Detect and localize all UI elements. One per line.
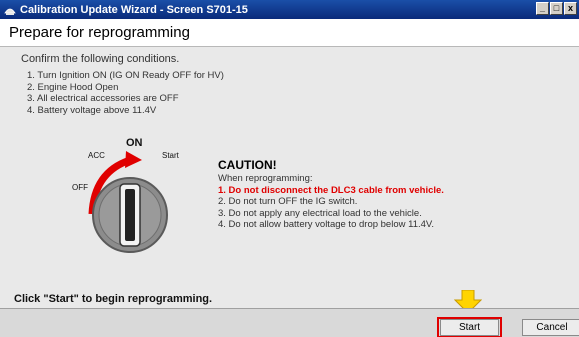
caution-item-critical: 1. Do not disconnect the DLC3 cable from… — [218, 184, 444, 196]
close-button[interactable]: x — [564, 2, 577, 15]
caution-title: CAUTION! — [218, 158, 277, 172]
cancel-button[interactable]: Cancel — [522, 319, 579, 336]
conditions-list: 1. Turn Ignition ON (IG ON Ready OFF for… — [27, 70, 224, 116]
ignition-arrow-head — [125, 151, 142, 168]
app-icon — [4, 8, 16, 15]
title-bar: Calibration Update Wizard - Screen S701-… — [0, 0, 579, 19]
condition-item: 4. Battery voltage above 11.4V — [27, 104, 157, 116]
ignition-label-acc: ACC — [88, 151, 105, 160]
header-band: Prepare for reprogramming — [0, 19, 579, 47]
conditions-intro: Confirm the following conditions. — [21, 53, 180, 65]
content-area: Confirm the following conditions. 1. Tur… — [0, 47, 579, 308]
ignition-switch-diagram: ON ACC OFF Start — [72, 137, 180, 253]
condition-item: 3. All electrical accessories are OFF — [27, 93, 179, 104]
caution-subtitle: When reprogramming: — [218, 173, 313, 184]
ignition-label-start: Start — [162, 151, 180, 160]
window-title: Calibration Update Wizard - Screen S701-… — [20, 3, 248, 16]
condition-item: 1. Turn Ignition ON (IG ON Ready OFF for… — [27, 70, 224, 81]
caution-item: 2. Do not turn OFF the IG switch. — [218, 196, 358, 207]
caution-item: 4. Do not allow battery voltage to drop … — [218, 219, 434, 230]
condition-item: 2. Engine Hood Open — [27, 81, 119, 93]
button-bar: Start Cancel — [0, 308, 579, 337]
caution-list: When reprogramming: 1. Do not disconnect… — [218, 173, 444, 231]
window-controls: _ □ x — [536, 2, 577, 15]
caution-item: 3. Do not apply any electrical load to t… — [218, 207, 422, 219]
footer-instruction: Click "Start" to begin reprogramming. — [14, 293, 213, 305]
minimize-button[interactable]: _ — [536, 2, 549, 15]
page-title: Prepare for reprogramming — [9, 24, 190, 41]
maximize-button[interactable]: □ — [550, 2, 563, 15]
start-button[interactable]: Start — [440, 319, 499, 336]
ignition-label-on: ON — [126, 137, 143, 149]
ignition-label-off: OFF — [72, 183, 88, 192]
